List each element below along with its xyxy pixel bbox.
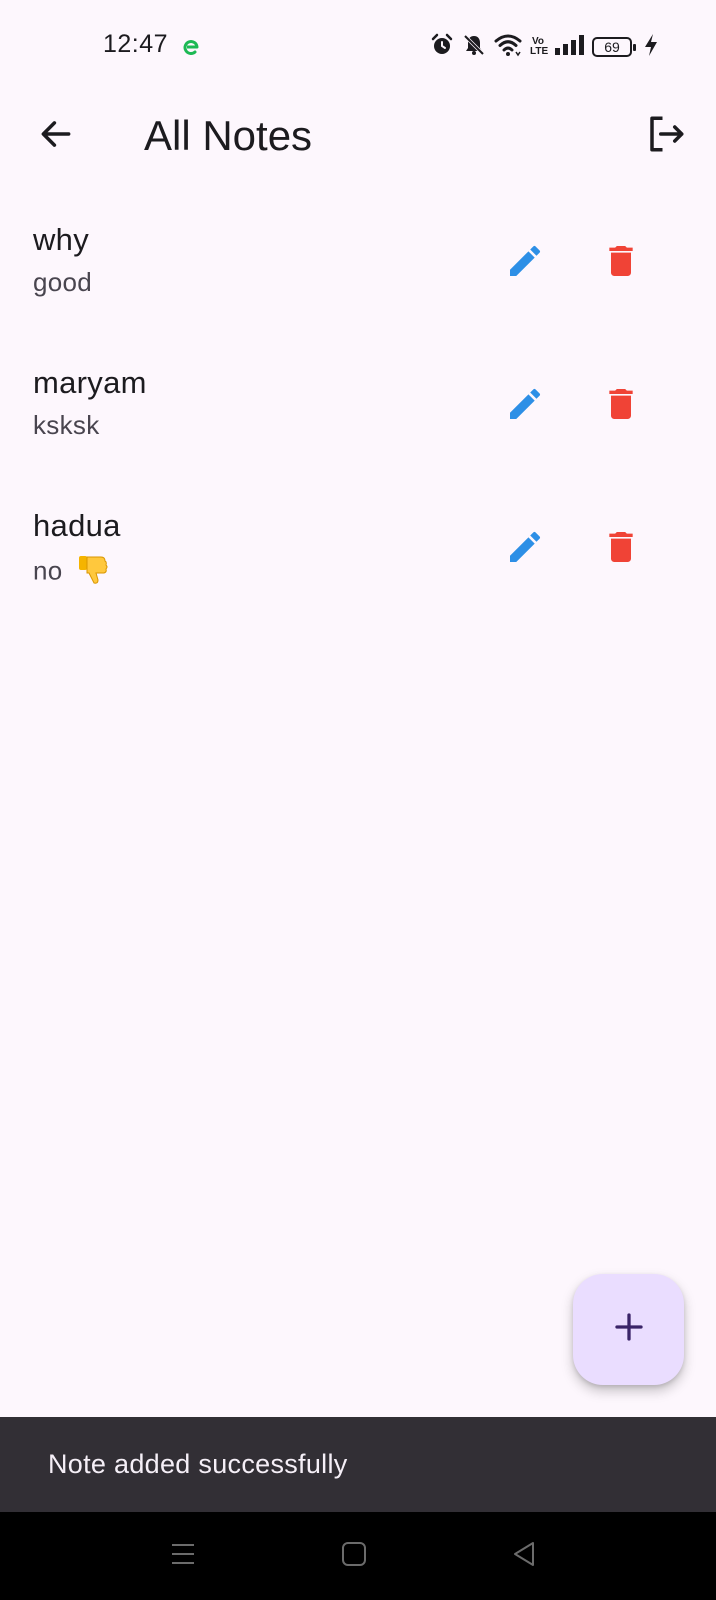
nav-back-button[interactable] — [503, 1534, 547, 1578]
recent-apps-button[interactable] — [161, 1534, 205, 1578]
trash-icon — [601, 384, 641, 429]
logout-icon — [645, 113, 687, 160]
battery-icon: 69 — [592, 37, 636, 57]
delete-note-button[interactable] — [596, 524, 646, 574]
back-triangle-icon — [511, 1540, 539, 1573]
back-button[interactable] — [34, 114, 78, 158]
delete-note-button[interactable] — [596, 238, 646, 288]
note-title: why — [33, 222, 90, 257]
trash-icon — [601, 527, 641, 572]
system-nav-bar — [0, 1512, 716, 1600]
alarm-icon — [430, 33, 454, 62]
list-item[interactable]: maryam ksksk — [0, 353, 716, 496]
list-item[interactable]: why good — [0, 210, 716, 353]
note-body: no — [33, 555, 63, 586]
edit-note-button[interactable] — [500, 381, 550, 431]
pencil-icon — [505, 241, 545, 286]
wifi-icon — [494, 33, 522, 62]
home-button[interactable] — [332, 1534, 376, 1578]
status-time: 12:47 — [103, 30, 169, 58]
trash-icon — [601, 241, 641, 286]
app-notification-icon — [182, 38, 202, 58]
charging-icon — [644, 33, 658, 62]
app-bar: All Notes — [0, 96, 716, 192]
edit-note-button[interactable] — [500, 524, 550, 574]
snackbar: Note added successfully — [0, 1417, 716, 1512]
bell-off-icon — [462, 33, 486, 62]
note-body-row: no — [33, 552, 110, 593]
status-bar: 12:47 Vo LTE 69 — [0, 0, 716, 96]
note-title: hadua — [33, 508, 121, 543]
menu-icon — [169, 1540, 197, 1573]
battery-level: 69 — [604, 39, 620, 55]
notes-list: why good maryam ksksk hadua no — [0, 210, 716, 639]
volte-icon: Vo LTE — [530, 37, 549, 57]
note-body: good — [33, 267, 93, 297]
note-title: maryam — [33, 365, 147, 400]
add-note-button[interactable] — [573, 1274, 684, 1385]
list-item[interactable]: hadua no — [0, 496, 716, 639]
pencil-icon — [505, 384, 545, 429]
delete-note-button[interactable] — [596, 381, 646, 431]
pencil-icon — [505, 527, 545, 572]
home-icon — [340, 1540, 368, 1573]
edit-note-button[interactable] — [500, 238, 550, 288]
snackbar-message: Note added successfully — [48, 1449, 348, 1479]
page-title: All Notes — [144, 112, 313, 159]
thumbs-down-icon — [76, 552, 110, 593]
plus-icon — [611, 1309, 647, 1350]
arrow-back-icon — [37, 115, 75, 158]
signal-icon — [554, 34, 584, 61]
logout-button[interactable] — [642, 112, 690, 160]
volte-label-bottom: LTE — [530, 46, 549, 57]
note-body: ksksk — [33, 410, 100, 440]
status-icons: Vo LTE 69 — [430, 32, 658, 62]
